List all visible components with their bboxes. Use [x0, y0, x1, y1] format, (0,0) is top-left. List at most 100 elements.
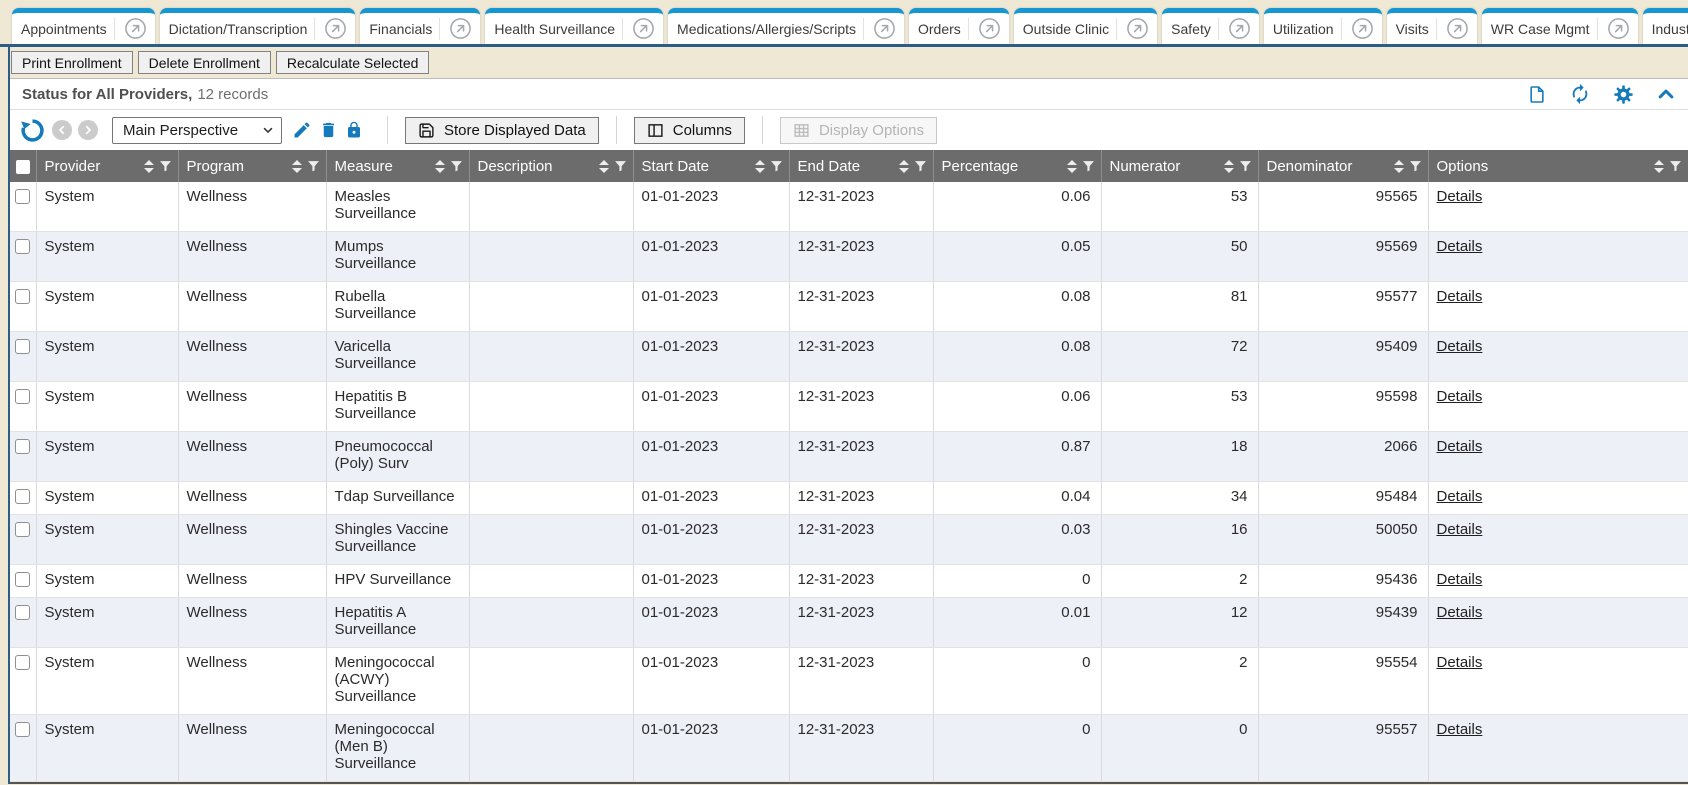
sort-icon[interactable] [435, 160, 445, 173]
cell-measure: Hepatitis A Surveillance [326, 598, 469, 648]
tab-financials[interactable]: Financials [360, 8, 480, 44]
column-header-program[interactable]: Program [178, 150, 326, 182]
filter-icon[interactable] [1409, 159, 1422, 173]
new-document-icon[interactable] [1527, 84, 1547, 105]
trash-icon[interactable] [319, 120, 338, 140]
row-checkbox[interactable] [15, 289, 30, 304]
details-link[interactable]: Details [1437, 288, 1483, 305]
popout-icon[interactable] [628, 17, 659, 40]
details-link[interactable]: Details [1437, 521, 1483, 538]
filter-icon[interactable] [1082, 159, 1095, 173]
cell-select [10, 565, 36, 598]
details-link[interactable]: Details [1437, 388, 1483, 405]
refresh-icon[interactable] [1569, 83, 1591, 105]
filter-icon[interactable] [1239, 159, 1252, 173]
filter-icon[interactable] [450, 159, 463, 173]
tab-visits[interactable]: Visits [1387, 8, 1477, 44]
tab-utilization[interactable]: Utilization [1264, 8, 1382, 44]
popout-icon[interactable] [120, 17, 151, 40]
popout-icon[interactable] [1603, 17, 1634, 40]
grid-toolbar: Main Perspective Store Displayed Data [10, 110, 1688, 150]
collapse-chevron-icon[interactable] [1656, 84, 1676, 104]
row-checkbox[interactable] [15, 605, 30, 620]
row-checkbox[interactable] [15, 489, 30, 504]
select-all-checkbox[interactable] [16, 160, 30, 174]
nav-forward-icon[interactable] [78, 120, 98, 140]
column-header-percentage[interactable]: Percentage [933, 150, 1101, 182]
sort-icon[interactable] [144, 160, 154, 173]
column-header-description[interactable]: Description [469, 150, 633, 182]
column-header-numerator[interactable]: Numerator [1101, 150, 1258, 182]
row-checkbox[interactable] [15, 339, 30, 354]
column-header-measure[interactable]: Measure [326, 150, 469, 182]
filter-icon[interactable] [614, 159, 627, 173]
details-link[interactable]: Details [1437, 604, 1483, 621]
popout-icon[interactable] [974, 17, 1005, 40]
sort-icon[interactable] [292, 160, 302, 173]
row-checkbox[interactable] [15, 572, 30, 587]
tab-appointments[interactable]: Appointments [12, 8, 155, 44]
filter-icon[interactable] [1669, 159, 1682, 173]
column-header-end-date[interactable]: End Date [789, 150, 933, 182]
print-enrollment-button[interactable]: Print Enrollment [11, 51, 133, 74]
tab-dictation-transcription[interactable]: Dictation/Transcription [160, 8, 356, 44]
filter-icon[interactable] [307, 159, 320, 173]
lock-icon[interactable] [345, 120, 363, 140]
sort-icon[interactable] [1224, 160, 1234, 173]
details-link[interactable]: Details [1437, 238, 1483, 255]
sort-icon[interactable] [1067, 160, 1077, 173]
tab-medications-allergies-scripts[interactable]: Medications/Allergies/Scripts [668, 8, 904, 44]
cell-end-date: 12-31-2023 [789, 432, 933, 482]
tab-health-surveillance[interactable]: Health Surveillance [485, 8, 663, 44]
details-link[interactable]: Details [1437, 188, 1483, 205]
popout-icon[interactable] [1347, 17, 1378, 40]
row-checkbox[interactable] [15, 189, 30, 204]
enrollment-action-bar: Print EnrollmentDelete EnrollmentRecalcu… [10, 47, 1688, 78]
filter-icon[interactable] [770, 159, 783, 173]
popout-icon[interactable] [1442, 17, 1473, 40]
tab-industrial[interactable]: Industrial [1643, 8, 1688, 44]
details-link[interactable]: Details [1437, 571, 1483, 588]
perspective-select[interactable]: Main Perspective [112, 117, 282, 144]
popout-icon[interactable] [445, 17, 476, 40]
columns-button[interactable]: Columns [634, 117, 745, 144]
gear-icon[interactable] [1613, 84, 1634, 105]
undo-icon[interactable] [20, 118, 45, 143]
row-checkbox[interactable] [15, 722, 30, 737]
cell-select [10, 182, 36, 232]
details-link[interactable]: Details [1437, 721, 1483, 738]
details-link[interactable]: Details [1437, 438, 1483, 455]
filter-icon[interactable] [914, 159, 927, 173]
tab-orders[interactable]: Orders [909, 8, 1009, 44]
row-checkbox[interactable] [15, 522, 30, 537]
recalculate-selected-button[interactable]: Recalculate Selected [276, 51, 430, 74]
sort-icon[interactable] [1394, 160, 1404, 173]
tab-safety[interactable]: Safety [1162, 8, 1259, 44]
column-header-provider[interactable]: Provider [36, 150, 178, 182]
sort-icon[interactable] [1654, 160, 1664, 173]
popout-icon[interactable] [320, 17, 351, 40]
store-displayed-data-button[interactable]: Store Displayed Data [405, 117, 599, 144]
tab-wr-case-mgmt[interactable]: WR Case Mgmt [1482, 8, 1638, 44]
details-link[interactable]: Details [1437, 338, 1483, 355]
popout-icon[interactable] [869, 17, 900, 40]
tab-outside-clinic[interactable]: Outside Clinic [1014, 8, 1157, 44]
column-header-denominator[interactable]: Denominator [1258, 150, 1428, 182]
details-link[interactable]: Details [1437, 488, 1483, 505]
nav-back-icon[interactable] [52, 120, 72, 140]
sort-icon[interactable] [899, 160, 909, 173]
column-header-start-date[interactable]: Start Date [633, 150, 789, 182]
sort-icon[interactable] [755, 160, 765, 173]
column-header-options[interactable]: Options [1428, 150, 1688, 182]
row-checkbox[interactable] [15, 655, 30, 670]
sort-icon[interactable] [599, 160, 609, 173]
row-checkbox[interactable] [15, 389, 30, 404]
filter-icon[interactable] [159, 159, 172, 173]
delete-enrollment-button[interactable]: Delete Enrollment [138, 51, 271, 74]
popout-icon[interactable] [1122, 17, 1153, 40]
popout-icon[interactable] [1224, 17, 1255, 40]
row-checkbox[interactable] [15, 239, 30, 254]
edit-pencil-icon[interactable] [292, 120, 312, 140]
row-checkbox[interactable] [15, 439, 30, 454]
details-link[interactable]: Details [1437, 654, 1483, 671]
